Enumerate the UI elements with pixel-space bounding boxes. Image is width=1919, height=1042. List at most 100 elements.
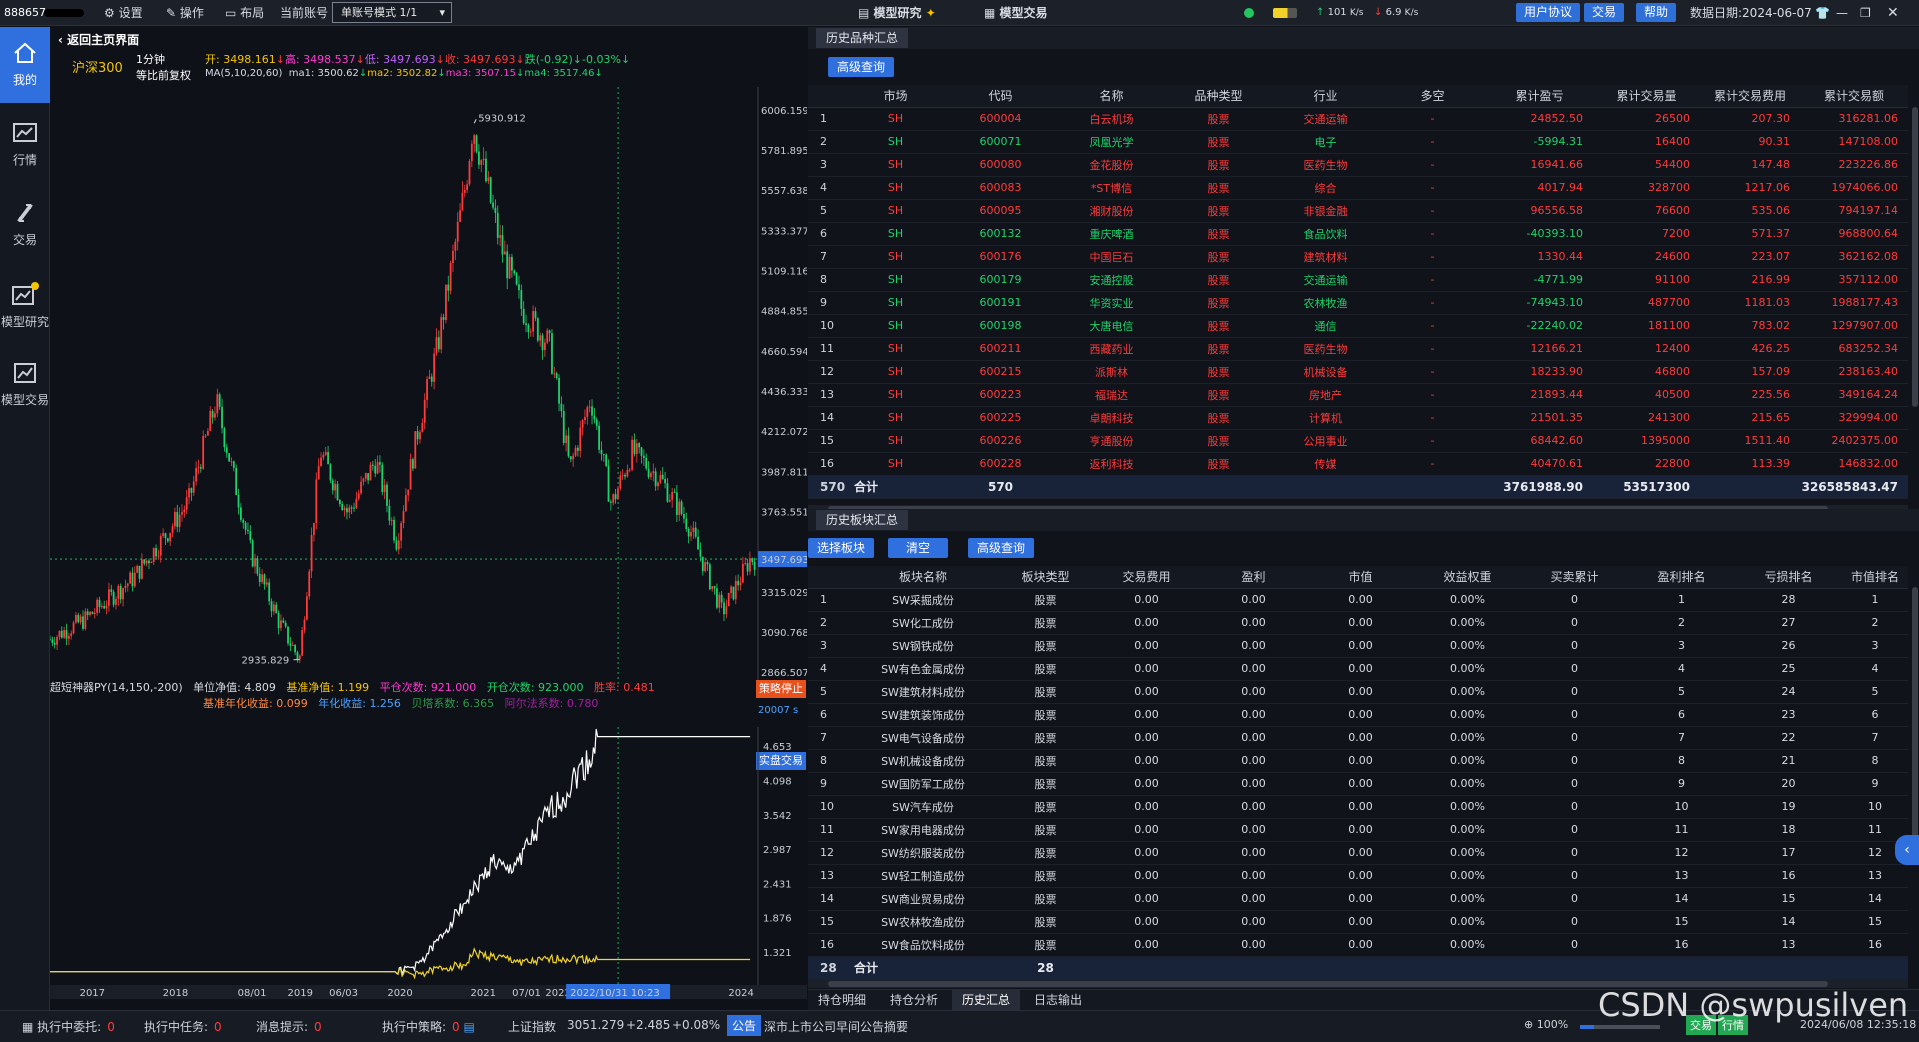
candlestick-chart[interactable]: 6006.159 5781.895 5557.638 5333.377 5109.116… xyxy=(50,87,807,707)
table-row[interactable]: 9 SW国防军工成份 股票 0.00 0.00 0.00 0.00% 0 9 20 9 xyxy=(808,772,1908,796)
table-cell: 14 xyxy=(1735,910,1842,934)
user-agreement-button[interactable]: 用户协议 xyxy=(1516,3,1581,22)
close-icon[interactable]: ✕ xyxy=(1887,0,1899,26)
zoom-level[interactable]: ⊕ 100% xyxy=(1524,1018,1568,1031)
settings-menu[interactable]: ⚙ 设置 xyxy=(104,0,143,26)
table-row[interactable]: 2 SH 600071 凤凰光学 股票 电子 - -5994.31 16400 90.31 1471… xyxy=(808,130,1908,154)
table-cell: 17 xyxy=(1735,841,1842,865)
maximize-icon[interactable]: ❐ xyxy=(1860,0,1871,26)
tab-history-sectors[interactable]: 历史板块汇总 xyxy=(816,510,909,530)
sidebar-item-trade[interactable]: 交易 xyxy=(0,187,50,263)
table-cell: SH xyxy=(848,360,943,384)
table-row[interactable]: 8 SH 600179 安通控股 股票 交通运输 - -4771.99 91100 216.99 3… xyxy=(808,268,1908,292)
table-row[interactable]: 8 SW机械设备成份 股票 0.00 0.00 0.00 0.00% 0 8 21 8 xyxy=(808,749,1908,773)
table-row[interactable]: 7 SW电气设备成份 股票 0.00 0.00 0.00 0.00% 0 7 22 7 xyxy=(808,726,1908,750)
table-row[interactable]: 6 SH 600132 重庆啤酒 股票 食品饮料 - -40393.10 7200 571.37 9… xyxy=(808,222,1908,246)
table-row[interactable]: 4 SW有色金属成份 股票 0.00 0.00 0.00 0.00% 0 4 25 4 xyxy=(808,657,1908,681)
table-row[interactable]: 11 SH 600211 西藏药业 股票 医药生物 -12166.21 12400 426.25… xyxy=(808,337,1908,361)
tab-log-output[interactable]: 日志输出 xyxy=(1024,990,1092,1011)
table-row[interactable]: 7 SH 600176 中国巨石 股票 建筑材料 -1330.44 24600 223.07 36… xyxy=(808,245,1908,269)
table-row[interactable]: 3 SW钢铁成份 股票 0.00 0.00 0.00 0.00% 0 3 26 3 xyxy=(808,634,1908,658)
table-cell: 7200 xyxy=(1593,222,1700,246)
zoom-slider[interactable] xyxy=(1580,1025,1660,1029)
table-row[interactable]: 15 SW农林牧渔成份 股票 0.00 0.00 0.00 0.00% 0 15 14 15 xyxy=(808,910,1908,934)
layout-menu[interactable]: ▭ 布局 xyxy=(225,0,264,26)
strategy-stop-button[interactable]: 策略停止 xyxy=(756,680,806,698)
tasks-status[interactable]: 执行中任务: 0 xyxy=(144,1018,222,1035)
table-cell: 8 xyxy=(808,749,848,773)
model-trade-tab[interactable]: ▦ 模型交易 xyxy=(984,0,1048,26)
symbols-scrollbar[interactable] xyxy=(1912,107,1918,407)
operate-menu[interactable]: ✎ 操作 xyxy=(166,0,204,26)
nav-line-chart[interactable]: 4.653 4.098 3.542 2.987 2.431 1.876 1.321 2017 2… xyxy=(50,727,807,1010)
sidebar-item-model-trade[interactable]: 模型交易 xyxy=(0,347,50,423)
nav-series-line xyxy=(50,947,751,980)
candle xyxy=(485,158,487,182)
candle xyxy=(60,630,63,638)
tab-history-symbols[interactable]: 历史品种汇总 xyxy=(816,28,909,48)
table-row[interactable]: 3 SH 600080 金花股份 股票 医药生物 -16941.66 54400 147.48 2… xyxy=(808,153,1908,177)
messages-status[interactable]: 消息提示: 0 xyxy=(256,1018,322,1035)
back-home-link[interactable]: ‹ 返回主页界面 xyxy=(58,31,139,48)
sidebar-item-market[interactable]: 行情 xyxy=(0,107,50,183)
table-row[interactable]: 12 SW纺织服装成份 股票 0.00 0.00 0.00 0.00% 0 12 17 12 xyxy=(808,841,1908,865)
table-row[interactable]: 16 SH 600228 返利科技 股票 传媒 -40470.61 22800 113.39 14… xyxy=(808,452,1908,476)
table-cell: SW国防军工成份 xyxy=(848,772,998,796)
symbols-advanced-query-button[interactable]: 高级查询 xyxy=(828,57,895,77)
table-cell: 5 xyxy=(808,680,848,704)
candle xyxy=(466,184,469,191)
collapse-panel-icon[interactable]: ‹ xyxy=(1895,835,1919,865)
candle xyxy=(58,630,61,637)
mode-select[interactable]: 单账号模式 1/1 ▾ xyxy=(332,2,452,23)
minimize-icon[interactable]: — xyxy=(1836,0,1848,26)
table-row[interactable]: 11 SW家用电器成份 股票 0.00 0.00 0.00 0.00% 0 11 18 11 xyxy=(808,818,1908,842)
table-cell: 5 xyxy=(1842,680,1908,704)
table-cell: 股票 xyxy=(1165,291,1272,315)
model-research-tab[interactable]: ▤ 模型研究 ✦ xyxy=(858,0,936,26)
table-row[interactable]: 14 SW商业贸易成份 股票 0.00 0.00 0.00 0.00% 0 14 15 14 xyxy=(808,887,1908,911)
clear-button[interactable]: 清空 xyxy=(888,538,949,558)
table-cell: 54400 xyxy=(1593,153,1700,177)
notice-text[interactable]: 深市上市公司早间公告摘要 xyxy=(764,1018,908,1035)
table-row[interactable]: 9 SH 600191 华资实业 股票 农林牧渔 - -74943.10 487700 1181.… xyxy=(808,291,1908,315)
column-header: 效益权重 xyxy=(1414,566,1521,589)
table-cell: 600215 xyxy=(943,360,1058,384)
column-header xyxy=(808,566,848,589)
table-row[interactable]: 5 SW建筑材料成份 股票 0.00 0.00 0.00 0.00% 0 5 24 5 xyxy=(808,680,1908,704)
table-row[interactable]: 16 SW食品饮料成份 股票 0.00 0.00 0.00 0.00% 0 16 13 16 xyxy=(808,933,1908,957)
candle xyxy=(654,471,657,487)
select-sector-button[interactable]: 选择板块 xyxy=(808,538,875,558)
table-row[interactable]: 12 SH 600215 派斯林 股票 机械设备 -18233.90 46800 157.09 2… xyxy=(808,360,1908,384)
table-row[interactable]: 2 SW化工成份 股票 0.00 0.00 0.00 0.00% 0 2 27 2 xyxy=(808,611,1908,635)
table-row[interactable]: 10 SW汽车成份 股票 0.00 0.00 0.00 0.00% 0 10 19 10 xyxy=(808,795,1908,819)
table-row[interactable]: 15 SH 600226 亨通股份 股票 公用事业 -68442.60 1395000 1511… xyxy=(808,429,1908,453)
table-row[interactable]: 13 SH 600223 福瑞达 股票 房地产 -21893.44 40500 225.56 34… xyxy=(808,383,1908,407)
sectors-scrollbar[interactable] xyxy=(1912,587,1918,837)
tab-position-analysis[interactable]: 持仓分析 xyxy=(880,990,948,1011)
history-symbols-header: 历史品种汇总 xyxy=(808,27,1919,49)
candle xyxy=(489,177,492,203)
table-row[interactable]: 6 SW建筑装饰成份 股票 0.00 0.00 0.00 0.00% 0 6 23 6 xyxy=(808,703,1908,727)
trade-button[interactable]: 交易 xyxy=(1584,3,1625,22)
tab-position-detail[interactable]: 持仓明细 xyxy=(808,990,876,1011)
shirt-icon[interactable]: 👕 xyxy=(1815,0,1830,26)
strategies-status[interactable]: 执行中策略: 0 ▤ xyxy=(382,1018,475,1035)
table-cell: 0 xyxy=(1521,910,1628,934)
table-row[interactable]: 1 SW采掘成份 股票 0.00 0.00 0.00 0.00% 0 1 28 1 xyxy=(808,588,1908,612)
sectors-advanced-query-button[interactable]: 高级查询 xyxy=(968,538,1035,558)
candle xyxy=(350,507,353,509)
notice-badge[interactable]: 公告 xyxy=(727,1015,762,1036)
table-cell: 9 xyxy=(808,291,848,315)
pending-orders-status[interactable]: ▦ 执行中委托: 0 xyxy=(22,1018,115,1035)
table-row[interactable]: 5 SH 600095 湘财股份 股票 非银金融 -96556.58 76600 535.06 7… xyxy=(808,199,1908,223)
sidebar-item-model-research[interactable]: 模型研究 xyxy=(0,267,50,343)
table-row[interactable]: 13 SW轻工制造成份 股票 0.00 0.00 0.00 0.00% 0 13 16 13 xyxy=(808,864,1908,888)
help-button[interactable]: 帮助 xyxy=(1636,3,1677,22)
table-cell: 147.48 xyxy=(1700,153,1800,177)
table-row[interactable]: 10 SH 600198 大唐电信 股票 通信 - -22240.02 181100 783.02… xyxy=(808,314,1908,338)
tab-history-summary[interactable]: 历史汇总 xyxy=(952,990,1021,1011)
table-row[interactable]: 1 SH 600004 白云机场 股票 交通运输 -24852.50 26500 207.30 3… xyxy=(808,107,1908,131)
sidebar-item-mine[interactable]: 我的 xyxy=(0,27,50,103)
table-row[interactable]: 4 SH 600083 *ST博信 股票 综合 -4017.94 328700 1217.06 1… xyxy=(808,176,1908,200)
table-row[interactable]: 14 SH 600225 卓朗科技 股票 计算机 -21501.35 241300 215.65… xyxy=(808,406,1908,430)
